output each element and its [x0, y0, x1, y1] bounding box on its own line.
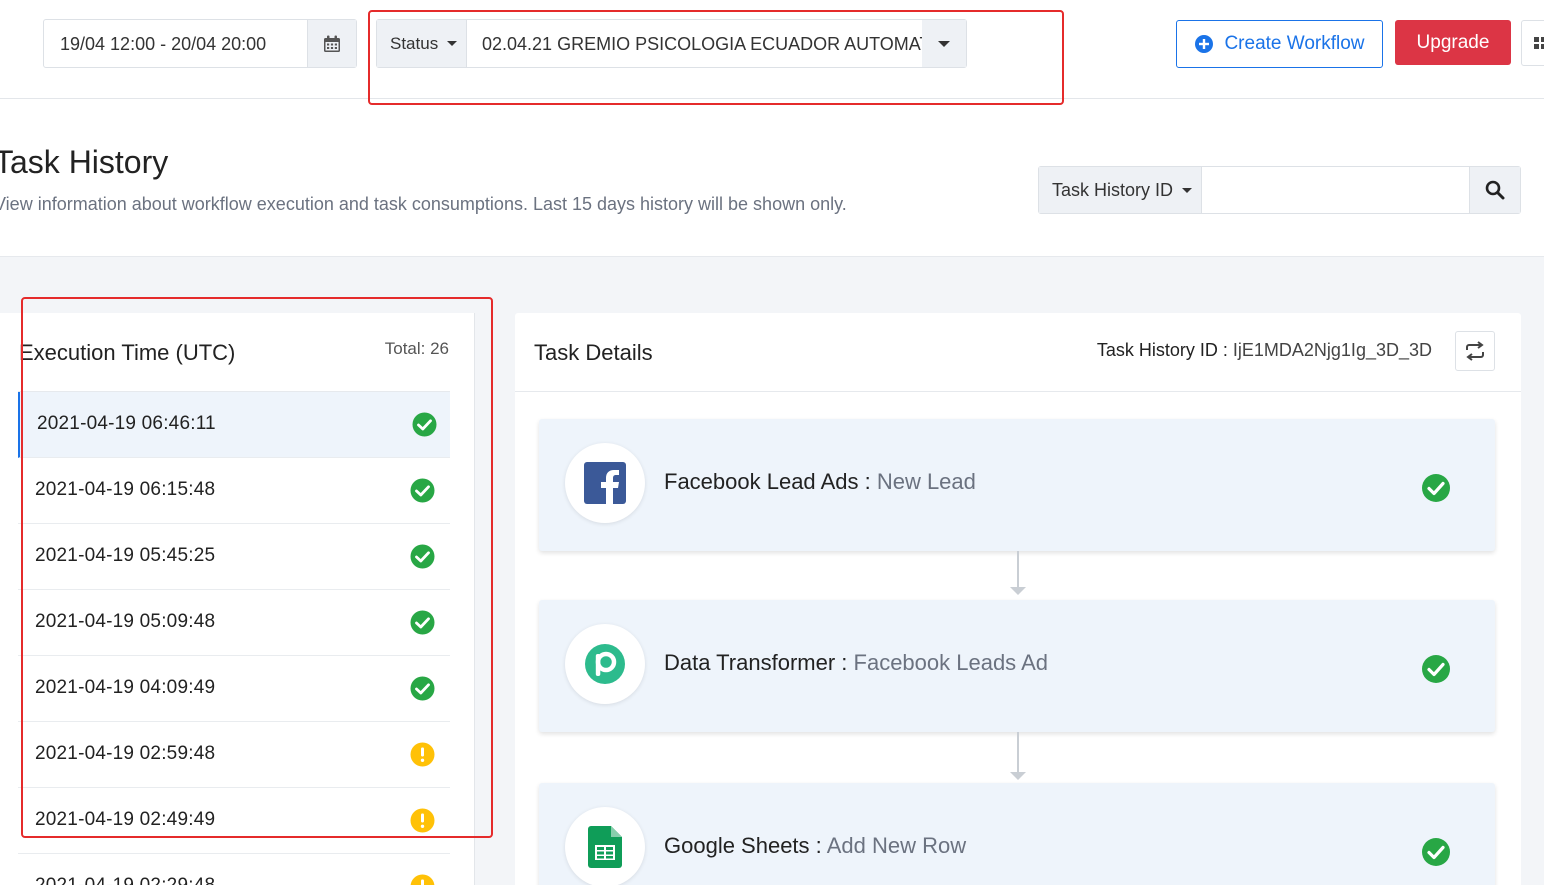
- search-type-label: Task History ID: [1052, 179, 1174, 200]
- task-history-id-value: IjE1MDA2Njg1Ig_3D_3D: [1232, 340, 1432, 360]
- execution-time: 2021-04-19 04:09:49: [35, 677, 216, 698]
- caret-down-icon: [1182, 187, 1193, 193]
- top-bar: 19/04 12:00 - 20/04 20:00 Status 02.04.2…: [0, 0, 1544, 99]
- status-label: Status: [390, 33, 439, 53]
- task-details-panel: Task Details Task History ID : IjE1MDA2N…: [515, 313, 1521, 885]
- pabbly-icon: [565, 624, 645, 704]
- execution-panel-title: Execution Time (UTC): [19, 340, 236, 365]
- execution-time: 2021-04-19 05:09:48: [35, 611, 216, 632]
- arrow-down-icon: [1010, 772, 1026, 780]
- workflow-step-card[interactable]: Google Sheets : Add New Row: [539, 783, 1495, 885]
- execution-time: 2021-04-19 06:15:48: [35, 479, 216, 500]
- exclamation-circle-icon: [410, 742, 435, 767]
- rerun-button[interactable]: [1455, 331, 1495, 371]
- arrow-down-icon: [1010, 587, 1026, 595]
- check-circle-icon: [1422, 838, 1450, 866]
- check-circle-icon: [412, 412, 437, 437]
- create-workflow-label: Create Workflow: [1224, 33, 1365, 54]
- step-app-name: Facebook Lead Ads :: [664, 469, 871, 494]
- step-app-name: Data Transformer :: [664, 650, 848, 675]
- check-circle-icon: [1422, 474, 1450, 502]
- exclamation-circle-icon: [410, 874, 435, 885]
- upgrade-button[interactable]: Upgrade: [1395, 20, 1511, 65]
- create-workflow-button[interactable]: Create Workflow: [1176, 20, 1383, 68]
- divider: [515, 391, 1521, 392]
- execution-time: 2021-04-19 02:29:48: [35, 875, 215, 885]
- execution-time: 2021-04-19 06:46:11: [37, 413, 216, 434]
- repeat-icon: [1466, 341, 1484, 361]
- execution-row[interactable]: 2021-04-19 02:29:48: [18, 854, 450, 885]
- step-event-name: Facebook Leads Ad: [853, 650, 1048, 675]
- search-icon: [1485, 180, 1505, 200]
- grid-icon: [1534, 37, 1544, 49]
- step-event-name: Add New Row: [826, 833, 967, 858]
- apps-menu-button[interactable]: [1521, 20, 1544, 66]
- calendar-icon[interactable]: [307, 20, 356, 67]
- search-input[interactable]: [1203, 167, 1469, 213]
- page-subtitle: View information about workflow executio…: [0, 194, 847, 214]
- search-button[interactable]: [1469, 167, 1520, 213]
- check-circle-icon: [410, 610, 435, 635]
- exclamation-circle-icon: [410, 808, 435, 833]
- execution-time-panel: Execution Time (UTC) Total: 26 2021-04-1…: [0, 313, 475, 885]
- plus-circle-icon: [1195, 35, 1214, 53]
- facebook-icon: [565, 443, 645, 523]
- page-header: Task History View information about work…: [0, 99, 1544, 257]
- date-range-value: 19/04 12:00 - 20/04 20:00: [60, 34, 267, 54]
- date-range-picker[interactable]: 19/04 12:00 - 20/04 20:00: [43, 19, 357, 68]
- check-circle-icon: [410, 478, 435, 503]
- execution-time: 2021-04-19 05:45:25: [35, 545, 216, 566]
- workflow-select-value[interactable]: 02.04.21 GREMIO PSICOLOGIA ECUADOR AUTOM…: [482, 34, 922, 55]
- execution-total-count: Total: 26: [384, 339, 449, 358]
- check-circle-icon: [1422, 655, 1450, 683]
- workflow-step-card[interactable]: Data Transformer : Facebook Leads Ad: [539, 600, 1495, 732]
- check-circle-icon: [410, 544, 435, 569]
- search-type-dropdown[interactable]: Task History ID: [1039, 167, 1202, 213]
- workflow-select-toggle[interactable]: [922, 20, 966, 67]
- step-event-name: New Lead: [876, 469, 976, 494]
- status-dropdown-button[interactable]: Status: [377, 20, 467, 67]
- execution-time: 2021-04-19 02:49:49: [35, 809, 216, 830]
- google-sheets-icon: [565, 807, 645, 885]
- execution-row[interactable]: 2021-04-19 05:09:48: [18, 590, 450, 656]
- task-history-id-label: Task History ID :: [1096, 340, 1228, 360]
- execution-list: 2021-04-19 06:46:11 2021-04-19 06:15:48 20…: [18, 392, 450, 885]
- step-connector: [1017, 551, 1019, 587]
- execution-row[interactable]: 2021-04-19 06:46:11: [18, 392, 450, 458]
- step-app-name: Google Sheets :: [664, 833, 822, 858]
- task-history-id: Task History ID : IjE1MDA2Njg1Ig_3D_3D: [1097, 340, 1432, 361]
- execution-row[interactable]: 2021-04-19 04:09:49: [18, 656, 450, 722]
- execution-row[interactable]: 2021-04-19 02:49:49: [18, 788, 450, 854]
- workflow-filter-group: Status 02.04.21 GREMIO PSICOLOGIA ECUADO…: [376, 19, 967, 68]
- execution-row[interactable]: 2021-04-19 02:59:48: [18, 722, 450, 788]
- workflow-step-card[interactable]: Facebook Lead Ads : New Lead: [539, 419, 1495, 551]
- task-details-title: Task Details: [534, 340, 653, 365]
- page-title: Task History: [0, 144, 169, 180]
- execution-time: 2021-04-19 02:59:48: [35, 743, 216, 764]
- execution-row[interactable]: 2021-04-19 06:15:48: [18, 458, 450, 524]
- caret-down-icon: [447, 41, 458, 46]
- step-connector: [1017, 732, 1019, 772]
- task-history-search: Task History ID: [1038, 166, 1521, 214]
- check-circle-icon: [410, 676, 435, 701]
- execution-row[interactable]: 2021-04-19 05:45:25: [18, 524, 450, 590]
- caret-down-icon: [938, 40, 950, 47]
